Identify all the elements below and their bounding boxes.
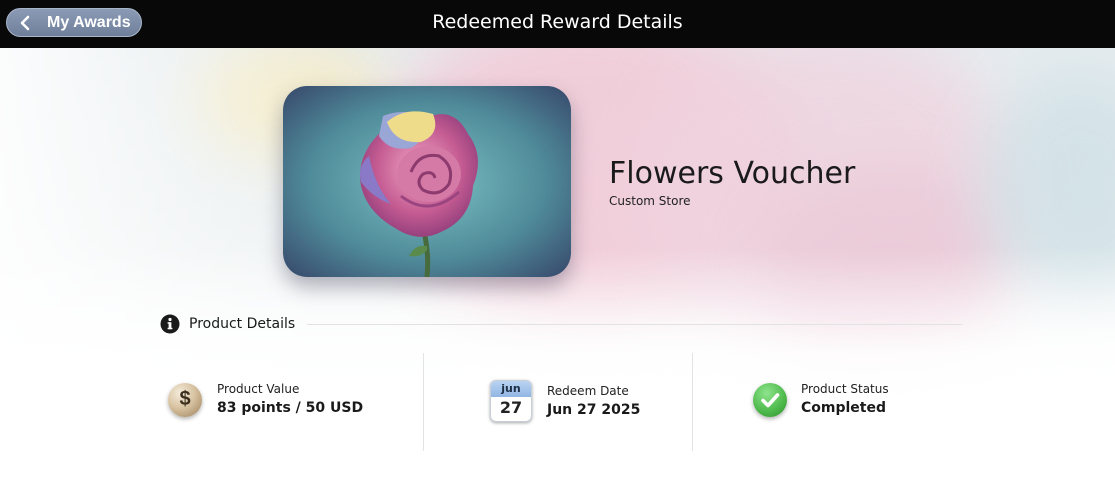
calendar-month: jun <box>491 381 531 397</box>
top-bar: My Awards Redeemed Reward Details <box>0 0 1115 48</box>
product-value: 83 points / 50 USD <box>217 400 364 416</box>
page-title: Redeemed Reward Details <box>432 11 683 33</box>
product-name: Flowers Voucher <box>609 156 856 191</box>
redeem-date: Jun 27 2025 <box>547 402 641 418</box>
product-store: Custom Store <box>609 194 691 208</box>
info-icon <box>160 314 180 334</box>
calendar-icon: jun 27 <box>490 380 532 422</box>
rose-image <box>283 86 571 277</box>
product-value-label: Product Value <box>217 382 300 396</box>
product-status-label: Product Status <box>801 382 889 396</box>
dollar-coin-icon: $ <box>168 383 202 417</box>
section-title: Product Details <box>189 316 296 332</box>
calendar-day: 27 <box>499 398 523 417</box>
product-status: Completed <box>801 400 887 416</box>
redeem-date-label: Redeem Date <box>547 384 629 398</box>
product-image <box>283 86 571 277</box>
section-divider <box>307 324 962 325</box>
column-divider <box>692 353 693 451</box>
green-check-icon <box>753 383 787 417</box>
column-divider <box>423 353 424 451</box>
